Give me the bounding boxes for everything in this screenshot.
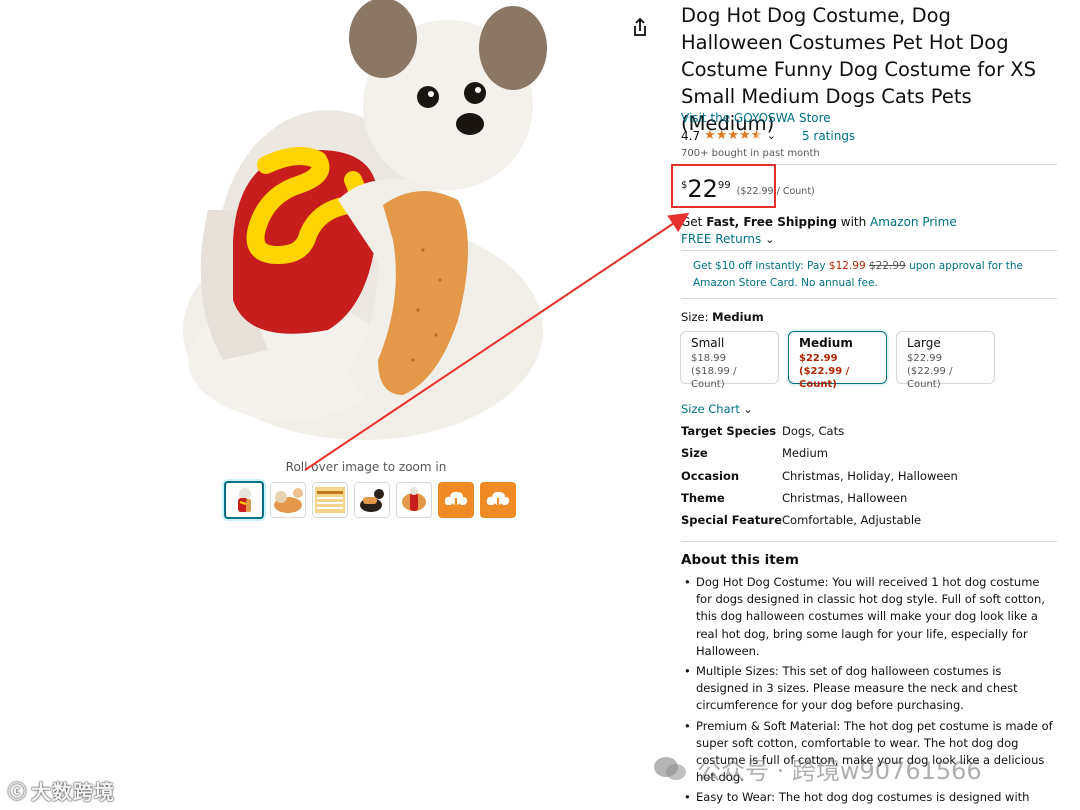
size-option-name: Large [907, 336, 941, 350]
spec-key: Target Species [681, 424, 777, 438]
free-returns-label: FREE Returns [681, 232, 762, 246]
size-label-prefix: Size: [681, 310, 713, 324]
bought-in-past-month: 700+ bought in past month [681, 148, 820, 159]
spec-row: Theme Christmas, Halloween [681, 491, 958, 513]
download-icon [486, 491, 510, 510]
divider [681, 250, 1057, 251]
size-chart-link[interactable]: Size Chart ⌄ [681, 402, 753, 416]
main-product-image[interactable] [178, 0, 553, 458]
watermark-left: ⓒ 大数跨境 [8, 776, 115, 805]
list-item: Dog Hot Dog Costume: You will received 1… [681, 574, 1057, 660]
download-icon [444, 491, 468, 510]
list-item: Multiple Sizes: This set of dog hallowee… [681, 663, 1057, 715]
size-label: Size: Medium [681, 310, 764, 324]
spec-value: Christmas, Halloween [782, 490, 908, 505]
ratings-count-link[interactable]: 5 ratings [802, 129, 855, 143]
thumbnail-dog-hotdog-side[interactable] [270, 482, 306, 518]
size-option-small[interactable]: Small $18.99 ($18.99 / Count) [680, 331, 779, 390]
prime-link[interactable]: Amazon Prime [870, 215, 957, 229]
promo-text-1: Get $10 off instantly: Pay [693, 260, 829, 272]
watermark-left-text: 大数跨境 [31, 780, 115, 804]
size-options: Small $18.99 ($18.99 / Count) Medium $22… [680, 331, 995, 390]
list-item: Easy to Wear: The hot dog dog costumes i… [681, 789, 1057, 810]
about-heading: About this item [681, 552, 799, 568]
wechat-icon [654, 756, 686, 780]
star-rating-icon[interactable]: ★★★★★★ [704, 128, 763, 143]
thumbnail-dog-hotdog-back[interactable] [396, 482, 432, 518]
size-option-price: $22.99 [907, 353, 942, 364]
divider [681, 298, 1057, 299]
thumbnail-download-2[interactable] [480, 482, 516, 518]
spec-row: Target Species Dogs, Cats [681, 424, 958, 446]
size-option-price: $18.99 [691, 353, 726, 364]
size-option-price: $22.99 [799, 353, 838, 364]
store-card-promo[interactable]: Get $10 off instantly: Pay $12.99 $22.99… [693, 258, 1033, 292]
rating-row: 4.7 ★★★★★★ ⌄ 5 ratings [681, 128, 855, 143]
size-option-unit: ($22.99 / Count) [799, 366, 850, 390]
spec-row: Size Medium [681, 446, 958, 468]
size-option-unit: ($18.99 / Count) [691, 366, 737, 390]
watermark-logo-icon: ⓒ [8, 781, 27, 803]
spec-value: Medium [782, 446, 828, 461]
spec-value: Dogs, Cats [782, 424, 845, 438]
product-specs-table: Target Species Dogs, Cats Size Medium Occa… [681, 424, 958, 535]
ship-fast-free: Fast, Free Shipping [706, 215, 837, 229]
ship-with: with [836, 215, 871, 229]
share-icon[interactable] [629, 16, 651, 38]
price-whole: 22 [687, 175, 718, 203]
size-option-large[interactable]: Large $22.99 ($22.99 / Count) [896, 331, 995, 390]
thumbnail-strip [224, 481, 516, 519]
size-chart-label: Size Chart [681, 402, 740, 416]
watermark-right: 公众号 · 跨境w90761566 [653, 751, 982, 786]
spec-value: Christmas, Holiday, Halloween [782, 468, 958, 483]
chevron-down-icon[interactable]: ⌄ [767, 129, 776, 142]
size-option-medium[interactable]: Medium $22.99 ($22.99 / Count) [788, 331, 887, 390]
size-option-name: Medium [799, 336, 853, 350]
size-option-unit: ($22.99 / Count) [907, 366, 953, 390]
price-fraction: 99 [717, 180, 731, 191]
store-link[interactable]: Visit the GOYOSWA Store [681, 111, 831, 125]
rating-value: 4.7 [681, 128, 701, 143]
promo-strike: $22.99 [868, 260, 906, 272]
divider [681, 541, 1057, 542]
spec-row: Occasion Christmas, Holiday, Halloween [681, 469, 958, 491]
ship-get: Get [681, 215, 707, 229]
spec-key: Special Feature [681, 513, 782, 528]
spec-value: Comfortable, Adjustable [782, 513, 922, 528]
spec-key: Occasion [681, 468, 740, 483]
thumbnail-download-1[interactable] [438, 482, 474, 518]
promo-pay: $12.99 [828, 260, 866, 272]
thumbnail-size-chart[interactable] [312, 482, 348, 518]
price: $ 22 99 ($22.99 / Count) [681, 175, 815, 203]
chevron-down-icon: ⌄ [743, 403, 753, 416]
chevron-down-icon: ⌄ [765, 233, 775, 246]
spec-row: Special Feature Comfortable, Adjustable [681, 513, 958, 535]
thumbnail-dog-black[interactable] [354, 482, 390, 518]
thumbnail-dog-hotdog-front[interactable] [224, 481, 264, 519]
spec-key: Theme [681, 490, 725, 505]
shipping-info: Get Fast, Free Shipping with Amazon Prim… [681, 215, 957, 229]
size-selected-value: Medium [712, 310, 764, 324]
zoom-hint: Roll over image to zoom in [285, 460, 447, 474]
unit-price: ($22.99 / Count) [736, 186, 815, 197]
free-returns-link[interactable]: FREE Returns ⌄ [681, 232, 774, 246]
spec-key: Size [681, 446, 708, 461]
watermark-right-text: 公众号 · 跨境w90761566 [697, 757, 982, 785]
size-option-name: Small [691, 336, 725, 350]
